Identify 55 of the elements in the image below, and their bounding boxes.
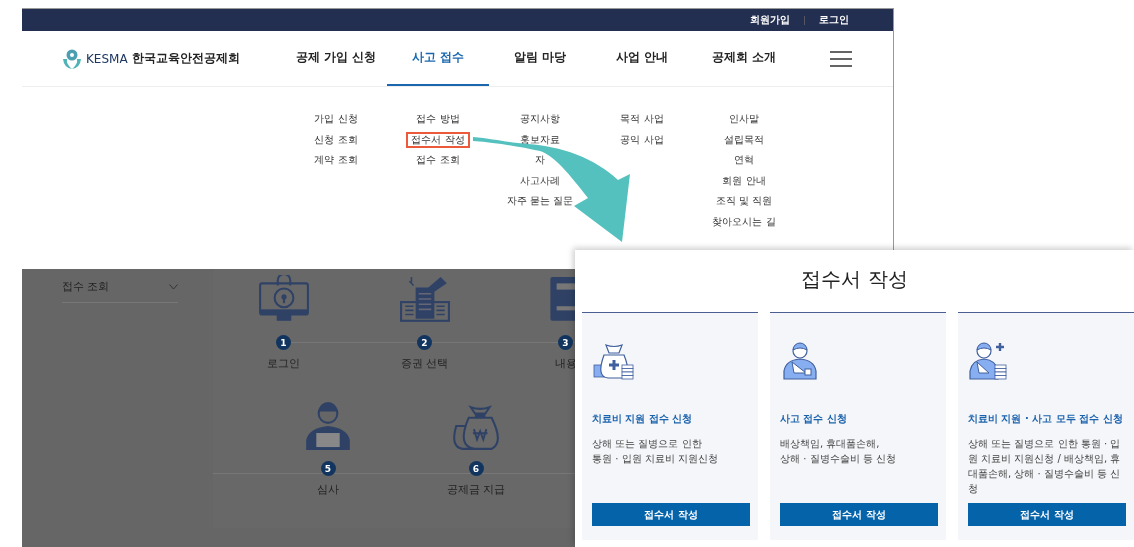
write-form-button[interactable]: 접수서 작성 bbox=[592, 503, 750, 526]
top-bar-link[interactable]: 회원가입 bbox=[744, 13, 796, 27]
step-number: 5 bbox=[320, 461, 336, 476]
menu-item[interactable]: 회원 안내 bbox=[720, 174, 768, 187]
menu-item[interactable]: 접수 방법 bbox=[414, 113, 462, 126]
document-hand-icon bbox=[398, 275, 451, 325]
menu-item[interactable]: 연혁 bbox=[732, 154, 756, 167]
step-number: 2 bbox=[417, 335, 432, 350]
step-label: 심사 bbox=[317, 482, 339, 497]
menu-item[interactable]: 홍보자료 bbox=[518, 133, 562, 146]
menu-item[interactable]: 공지사항 bbox=[518, 113, 562, 126]
card-title: 사고 접수 신청 bbox=[780, 412, 848, 426]
menu-item[interactable]: 계약 조회 bbox=[312, 154, 360, 167]
menu-item[interactable]: 설립목적 bbox=[722, 133, 766, 146]
menu-item[interactable]: 인사말 bbox=[727, 113, 761, 126]
top-bar-link[interactable]: 로그인 bbox=[813, 13, 855, 27]
menu-item[interactable]: 접수서 작성 bbox=[406, 131, 470, 148]
organization-name: 한국교육안전공제회 bbox=[131, 50, 240, 67]
write-form-button[interactable]: 접수서 작성 bbox=[968, 503, 1126, 526]
menu-item[interactable]: 자 bbox=[533, 154, 547, 167]
menu-item[interactable]: 찾아오시는 길 bbox=[710, 215, 778, 228]
logo-text: KESMA bbox=[86, 51, 128, 66]
card-description: 배상책임, 휴대품손해, bbox=[780, 437, 880, 451]
menu-item[interactable]: 사고사례 bbox=[518, 174, 562, 187]
card-title: 치료비 지원 접수 신청 bbox=[592, 412, 694, 426]
step-number: 1 bbox=[276, 335, 291, 350]
menu-icon[interactable] bbox=[830, 50, 852, 67]
step-label: 내용 bbox=[554, 356, 577, 371]
menu-item[interactable]: 접수 조회 bbox=[414, 154, 462, 167]
step-number: 6 bbox=[468, 461, 484, 476]
logo-icon bbox=[62, 47, 82, 70]
card-title: 치료비 지원 · 사고 모두 접수 신청 bbox=[968, 412, 1124, 426]
nav-tab[interactable]: 사고 접수 bbox=[387, 31, 489, 86]
card-description: 통원 · 입원 치료비 지원신청 bbox=[592, 452, 718, 466]
step-label: 로그인 bbox=[267, 356, 300, 371]
chevron-down-icon bbox=[169, 283, 178, 290]
card-description: 상해 또는 질병으로 인한 통원 · 입원 치료비 지원신청 / 배상책임, 휴대품손해, 상해 · 질병수술비 등 신청 bbox=[968, 437, 1122, 496]
card-description: 상해 또는 질병으로 인한 bbox=[592, 437, 702, 451]
step-label: 공제금 지급 bbox=[446, 482, 506, 497]
money-bag-icon bbox=[592, 341, 636, 381]
popup-title: 접수서 작성 bbox=[800, 266, 909, 293]
menu-item[interactable]: 조직 및 직원 bbox=[713, 195, 775, 208]
menu-item[interactable]: 가입 신청 bbox=[312, 113, 360, 126]
step-number: 3 bbox=[558, 335, 573, 350]
menu-item[interactable]: 공익 사업 bbox=[618, 133, 666, 146]
nav-tab[interactable]: 알림 마당 bbox=[489, 31, 591, 86]
menu-item[interactable]: 목적 사업 bbox=[618, 113, 666, 126]
step-label: 증권 선택 bbox=[400, 356, 449, 371]
nav-tab[interactable]: 공제 가입 신청 bbox=[285, 31, 387, 86]
write-form-button[interactable]: 접수서 작성 bbox=[780, 503, 938, 526]
menu-item[interactable]: 신청 조회 bbox=[312, 133, 360, 146]
menu-item[interactable]: 자주 묻는 질문 bbox=[504, 195, 576, 208]
nav-tab[interactable]: 공제회 소개 bbox=[693, 31, 795, 86]
card-description: 상해 · 질병수술비 등 신청 bbox=[780, 452, 896, 466]
nav-tab[interactable]: 사업 안내 bbox=[591, 31, 693, 86]
